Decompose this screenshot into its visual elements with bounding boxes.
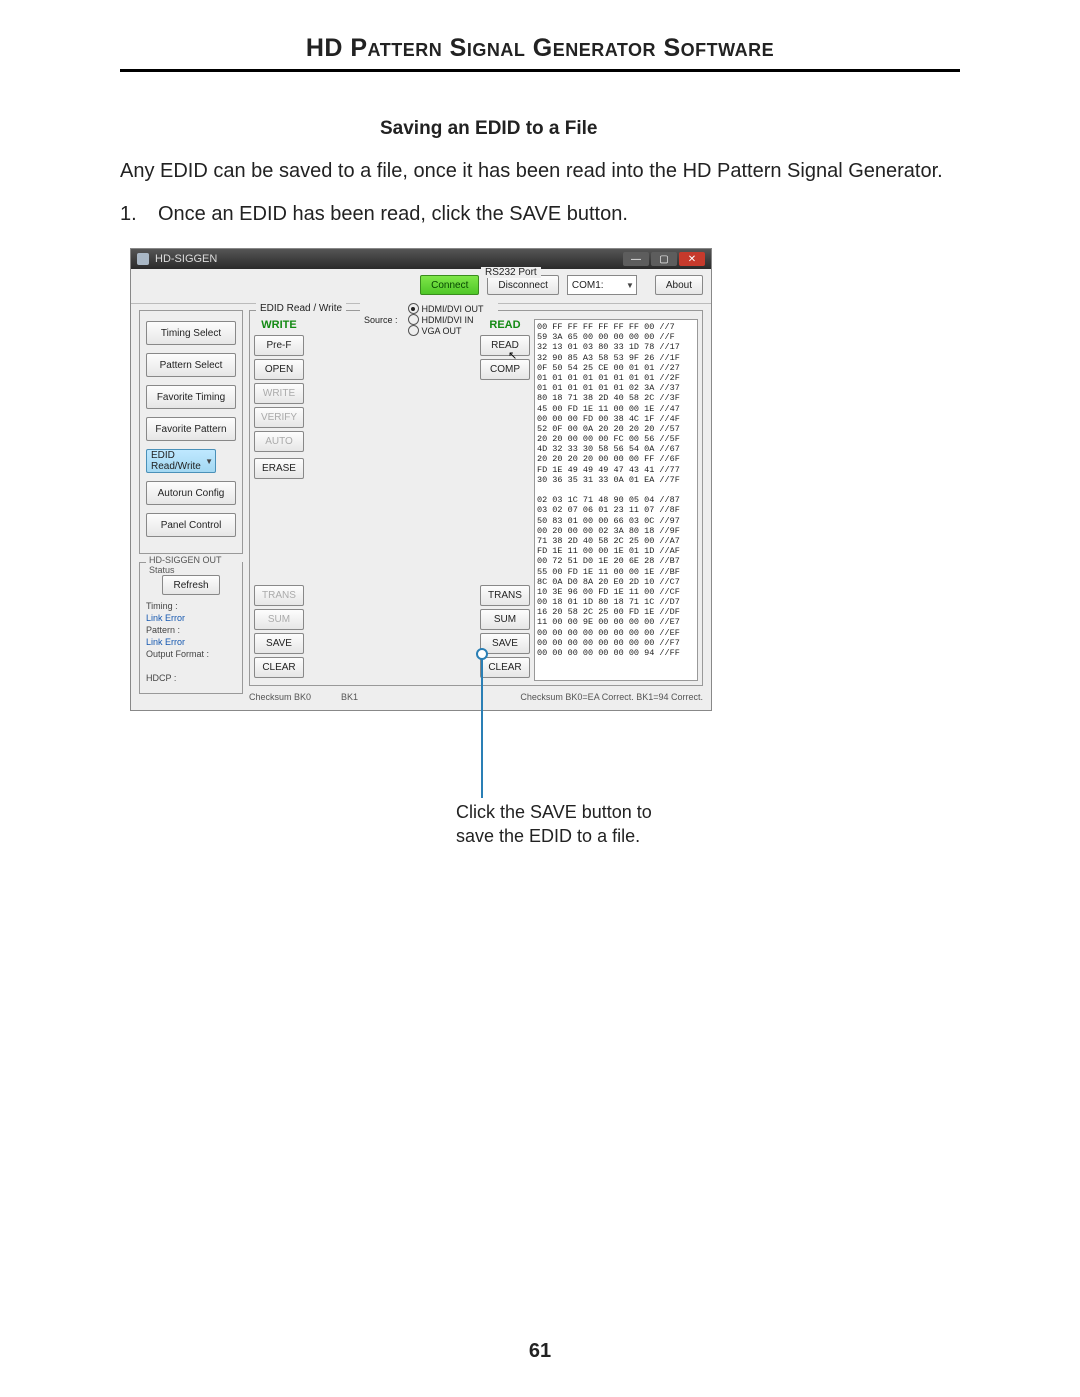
page-header-title: HD Pattern Signal Generator Software: [120, 34, 960, 63]
page-number: 61: [0, 1340, 1080, 1363]
write-clear-button[interactable]: CLEAR: [254, 657, 304, 678]
checksum-left-bk1: BK1: [341, 692, 358, 702]
refresh-button[interactable]: Refresh: [162, 575, 220, 595]
step-text: Once an EDID has been read, click the SA…: [158, 203, 628, 226]
callout-leader-line: [481, 658, 483, 798]
callout-text: Click the SAVE button to save the EDID t…: [456, 800, 666, 849]
read-sum-button[interactable]: SUM: [480, 609, 530, 630]
step-1: 1. Once an EDID has been read, click the…: [120, 203, 960, 226]
write-pre-f-button[interactable]: Pre-F: [254, 335, 304, 356]
com-port-select[interactable]: COM1:: [567, 275, 637, 295]
intro-paragraph: Any EDID can be saved to a file, once it…: [120, 158, 960, 185]
write-save-button[interactable]: SAVE: [254, 633, 304, 654]
nav-autorun-config[interactable]: Autorun Config: [146, 481, 236, 505]
rs232-toolbar: RS232 Port Connect Disconnect COM1: Abou…: [131, 269, 711, 304]
source-row: Source : HDMI/DVI OUTHDMI/DVI INVGA OUT: [360, 303, 498, 336]
edid-group-label: EDID Read / Write: [256, 303, 346, 314]
status-pattern-label: Pattern :: [146, 625, 236, 635]
read-read-button[interactable]: READ: [480, 335, 530, 356]
close-button[interactable]: ✕: [679, 252, 705, 266]
header-rule: [120, 69, 960, 72]
source-radio-vga-out[interactable]: VGA OUT: [408, 325, 484, 336]
out-status-label: HD-SIGGEN OUT Status: [146, 555, 242, 575]
cursor-icon: ↖: [508, 349, 517, 362]
app-title: HD-SIGGEN: [155, 253, 217, 265]
timing-link-error: Link Error: [146, 613, 236, 623]
about-button[interactable]: About: [655, 275, 703, 295]
read-trans-button[interactable]: TRANS: [480, 585, 530, 606]
disconnect-button[interactable]: Disconnect: [487, 275, 558, 295]
connect-button[interactable]: Connect: [420, 275, 479, 295]
write-auto-button: AUTO: [254, 431, 304, 452]
titlebar: HD-SIGGEN — ▢ ✕: [131, 249, 711, 269]
section-title: Saving an EDID to a File: [380, 118, 960, 140]
nav-timing-select[interactable]: Timing Select: [146, 321, 236, 345]
nav-panel-control[interactable]: Panel Control: [146, 513, 236, 537]
step-number: 1.: [120, 203, 148, 226]
status-timing-label: Timing :: [146, 601, 236, 611]
write-erase-button[interactable]: ERASE: [254, 458, 304, 479]
write-trans-button: TRANS: [254, 585, 304, 606]
nav-pattern-select[interactable]: Pattern Select: [146, 353, 236, 377]
write-open-button[interactable]: OPEN: [254, 359, 304, 380]
read-clear-button[interactable]: CLEAR: [480, 657, 530, 678]
source-radio-hdmi-dvi-out[interactable]: HDMI/DVI OUT: [408, 303, 484, 314]
read-comp-button[interactable]: COMP: [480, 359, 530, 380]
maximize-button[interactable]: ▢: [651, 252, 677, 266]
nav-favorite-timing[interactable]: Favorite Timing: [146, 385, 236, 409]
nav-favorite-pattern[interactable]: Favorite Pattern: [146, 417, 236, 441]
pattern-link-error: Link Error: [146, 637, 236, 647]
rs232-label: RS232 Port: [481, 267, 541, 278]
status-output-label: Output Format :: [146, 649, 236, 659]
write-write-button: WRITE: [254, 383, 304, 404]
write-header: WRITE: [254, 319, 304, 331]
write-sum-button: SUM: [254, 609, 304, 630]
source-label: Source :: [364, 315, 398, 325]
checksum-right: Checksum BK0=EA Correct. BK1=94 Correct.: [520, 692, 703, 702]
source-radio-hdmi-dvi-in[interactable]: HDMI/DVI IN: [408, 314, 484, 325]
edid-hex-dump: 00 FF FF FF FF FF FF 00 //7 59 3A 65 00 …: [534, 319, 698, 681]
edid-group: EDID Read / Write Source : HDMI/DVI OUTH…: [249, 310, 703, 686]
nav-edid-read-write[interactable]: EDID Read/Write: [146, 449, 216, 473]
checksum-left-bk0: Checksum BK0: [249, 692, 311, 702]
app-window: HD-SIGGEN — ▢ ✕ RS232 Port Connect Disco…: [130, 248, 712, 711]
out-status-group: HD-SIGGEN OUT Status Refresh Timing : Li…: [139, 562, 243, 694]
nav-group: Timing Select Pattern Select Favorite Timi…: [139, 310, 243, 554]
app-icon: [137, 253, 149, 265]
write-verify-button: VERIFY: [254, 407, 304, 428]
status-hdcp-label: HDCP :: [146, 673, 236, 683]
read-header: READ: [480, 319, 530, 331]
minimize-button[interactable]: —: [623, 252, 649, 266]
